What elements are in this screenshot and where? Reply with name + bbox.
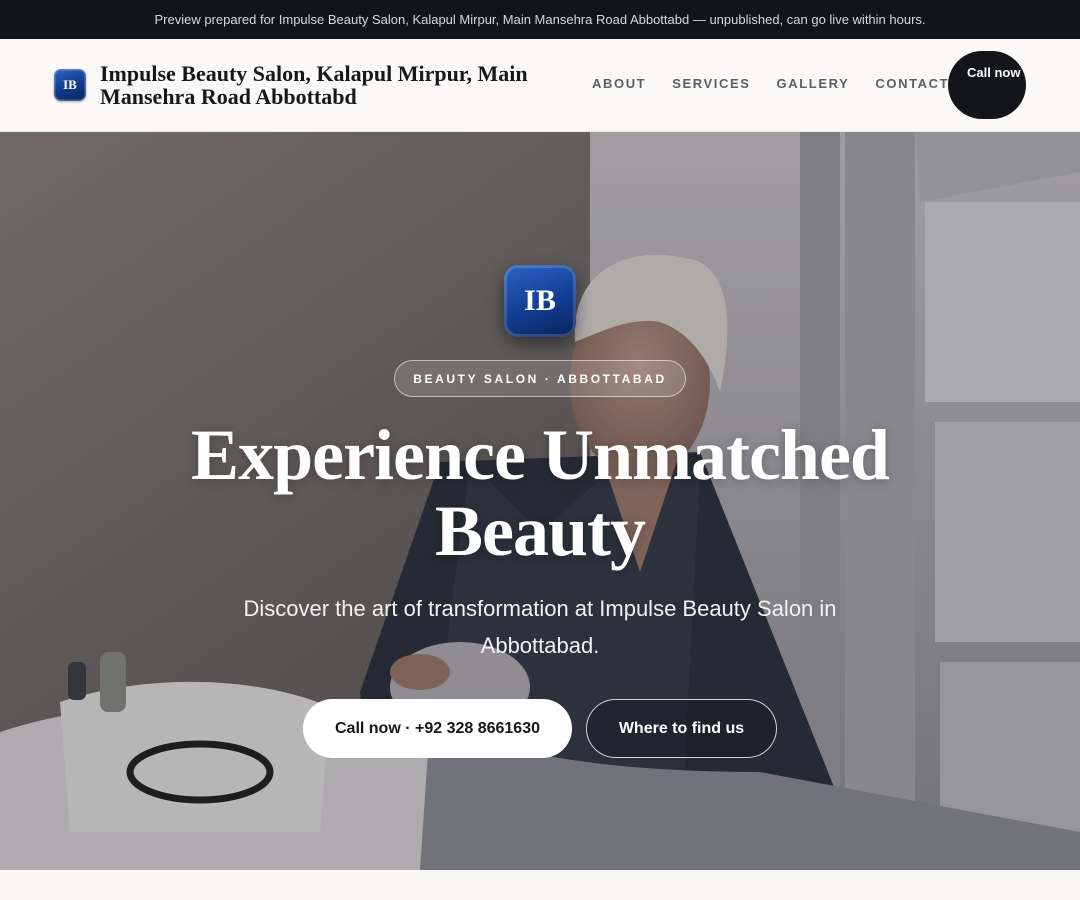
nav-services[interactable]: SERVICES [672,76,750,91]
brand[interactable]: IB Impulse Beauty Salon, Kalapul Mirpur,… [54,62,560,108]
header-call-button[interactable]: Call now [948,51,1026,119]
preview-banner-text: Preview prepared for Impulse Beauty Salo… [154,12,926,27]
nav-gallery[interactable]: GALLERY [777,76,850,91]
hero-headline: Experience Unmatched Beauty [191,415,890,571]
main-nav: ABOUT SERVICES GALLERY CONTACT [592,76,975,91]
nav-about[interactable]: ABOUT [592,76,646,91]
brand-name[interactable]: Impulse Beauty Salon, Kalapul Mirpur, Ma… [100,62,560,108]
nav-contact[interactable]: CONTACT [875,76,949,91]
find-us-button[interactable]: Where to find us [586,699,777,758]
preview-banner: Preview prepared for Impulse Beauty Salo… [0,0,1080,39]
hero-subtext: Discover the art of transformation at Im… [243,596,837,658]
call-now-button[interactable]: Call now · +92 328 8661630 [303,699,572,758]
brand-logo[interactable]: IB [54,69,86,101]
next-section-edge [0,870,1080,900]
hero-logo: IB [504,265,576,337]
site-header: IB Impulse Beauty Salon, Kalapul Mirpur,… [0,39,1080,132]
hero-section: IB BEAUTY SALON · ABBOTTABAD Experience … [0,132,1080,870]
category-badge: BEAUTY SALON · ABBOTTABAD [394,360,686,397]
